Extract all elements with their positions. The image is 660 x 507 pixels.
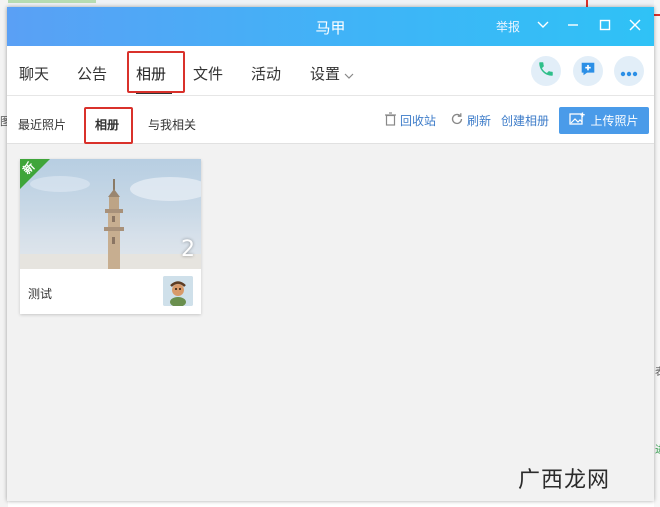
window-title: 马甲 bbox=[315, 19, 346, 37]
phone-button[interactable] bbox=[531, 56, 561, 86]
upload-photos-label: 上传照片 bbox=[590, 114, 639, 128]
subtab-recent-photos[interactable]: 最近照片 bbox=[18, 116, 66, 133]
album-toolbar: 最近照片 相册 与我相关 回收站 刷新 创建相册 上传照片 bbox=[7, 96, 654, 144]
title-bar: 马甲 举报 bbox=[7, 7, 654, 46]
phone-icon bbox=[537, 60, 555, 82]
background-right-strip bbox=[654, 0, 660, 507]
more-button[interactable] bbox=[614, 56, 644, 86]
album-cover-image: 新 2 bbox=[20, 159, 201, 269]
trash-icon bbox=[384, 112, 400, 129]
maximize-icon[interactable] bbox=[597, 17, 613, 33]
create-album-link[interactable]: 创建相册 bbox=[501, 112, 549, 129]
album-name: 测试 bbox=[28, 287, 53, 301]
highlight-box bbox=[127, 51, 185, 93]
more-icon bbox=[620, 62, 638, 81]
create-album-label: 创建相册 bbox=[501, 114, 550, 128]
tab-announcement[interactable]: 公告 bbox=[77, 63, 107, 84]
watermark: 广西龙网 bbox=[518, 468, 611, 493]
avatar[interactable] bbox=[163, 276, 193, 306]
recycle-bin-link[interactable]: 回收站 bbox=[384, 112, 436, 129]
photo-count: 2 bbox=[181, 237, 195, 262]
background-right-text: 表 bbox=[655, 363, 660, 378]
refresh-link[interactable]: 刷新 bbox=[450, 112, 491, 129]
main-nav: 聊天 公告 相册 文件 活动 设置 bbox=[7, 46, 654, 96]
share-screen-icon bbox=[579, 60, 597, 82]
upload-image-icon bbox=[569, 112, 590, 129]
subtab-related-to-me[interactable]: 与我相关 bbox=[148, 116, 196, 133]
group-window: 马甲 举报 聊天 公告 相册 文件 活动 设置 最近照片 相册 与我相关 回收站… bbox=[7, 7, 654, 501]
recycle-bin-label: 回收站 bbox=[400, 114, 437, 128]
album-grid: 新 2 测试 bbox=[7, 144, 654, 501]
minimize-icon[interactable] bbox=[565, 17, 581, 33]
highlight-box bbox=[84, 107, 133, 144]
background-progress-strip bbox=[8, 0, 96, 3]
album-card[interactable]: 新 2 测试 bbox=[20, 159, 201, 314]
close-icon[interactable] bbox=[627, 17, 643, 33]
chevron-down-icon[interactable] bbox=[535, 17, 551, 33]
tab-files[interactable]: 文件 bbox=[193, 63, 223, 84]
tab-settings[interactable]: 设置 bbox=[310, 63, 354, 84]
upload-photos-button[interactable]: 上传照片 bbox=[559, 107, 649, 134]
tab-activities[interactable]: 活动 bbox=[251, 63, 281, 84]
tab-chat[interactable]: 聊天 bbox=[19, 63, 49, 84]
refresh-icon bbox=[450, 112, 467, 129]
background-right-text: 进 bbox=[655, 441, 660, 456]
share-screen-button[interactable] bbox=[573, 56, 603, 86]
tab-settings-label: 设置 bbox=[310, 65, 341, 83]
chevron-down-icon bbox=[344, 66, 354, 84]
report-link[interactable]: 举报 bbox=[496, 18, 520, 35]
refresh-label: 刷新 bbox=[467, 114, 492, 128]
